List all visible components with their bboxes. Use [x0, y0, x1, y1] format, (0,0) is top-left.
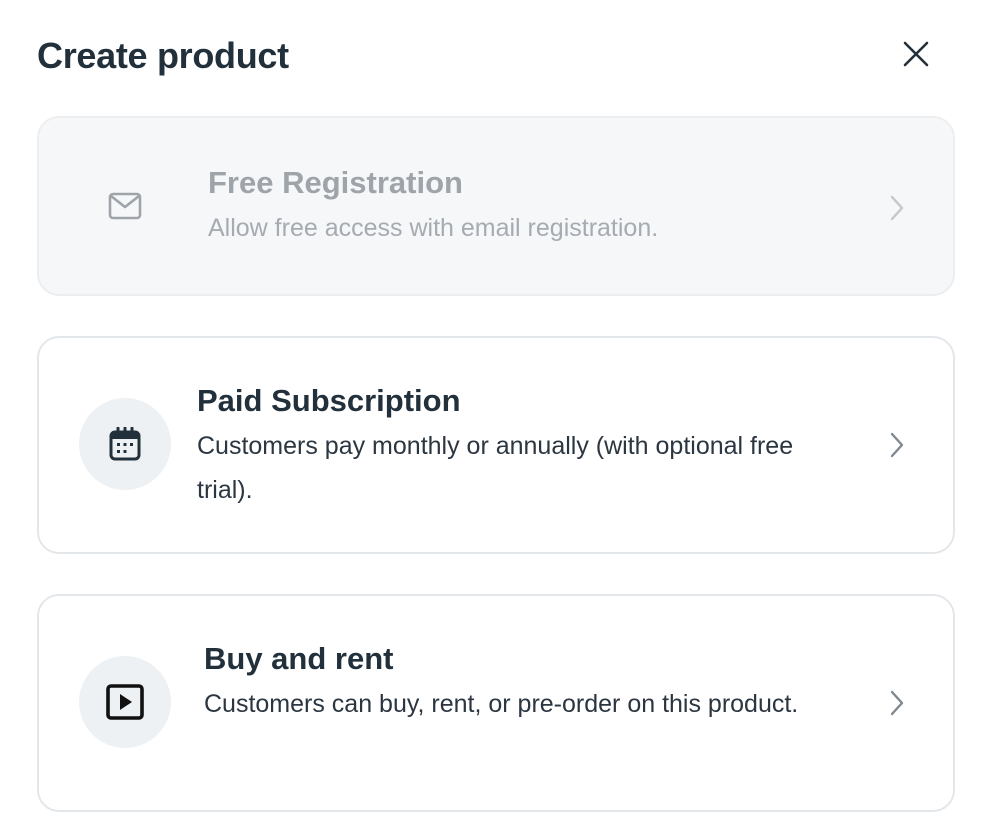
- modal-title: Create product: [37, 35, 289, 76]
- option-icon-wrap: [79, 398, 171, 490]
- chevron-right-icon: [885, 431, 909, 459]
- option-text: Paid Subscription Customers pay monthly …: [197, 380, 843, 512]
- option-icon-wrap: [79, 656, 171, 748]
- close-icon: [903, 41, 929, 67]
- option-buy-and-rent[interactable]: Buy and rent Customers can buy, rent, or…: [37, 594, 955, 812]
- option-title: Buy and rent: [204, 641, 394, 676]
- option-icon-wrap: [79, 160, 171, 252]
- option-title: Free Registration: [208, 165, 463, 200]
- option-description: Allow free access with email registratio…: [208, 214, 659, 242]
- option-description: Customers can buy, rent, or pre-order on…: [204, 690, 799, 718]
- mail-icon: [108, 192, 142, 220]
- option-description: Customers pay monthly or annually (with …: [197, 432, 794, 504]
- option-paid-subscription[interactable]: Paid Subscription Customers pay monthly …: [37, 336, 955, 554]
- option-title: Paid Subscription: [197, 383, 461, 418]
- option-free-registration[interactable]: Free Registration Allow free access with…: [37, 116, 955, 296]
- play-icon: [106, 684, 144, 720]
- modal-header: Create product: [37, 30, 958, 80]
- option-text: Free Registration Allow free access with…: [208, 162, 843, 250]
- calendar-icon: [109, 427, 141, 461]
- chevron-right-icon: [885, 689, 909, 717]
- chevron-right-icon: [885, 194, 909, 222]
- close-button[interactable]: [896, 34, 936, 74]
- create-product-modal: Create product Free Registration Allow f…: [0, 0, 988, 840]
- option-text: Buy and rent Customers can buy, rent, or…: [204, 638, 843, 726]
